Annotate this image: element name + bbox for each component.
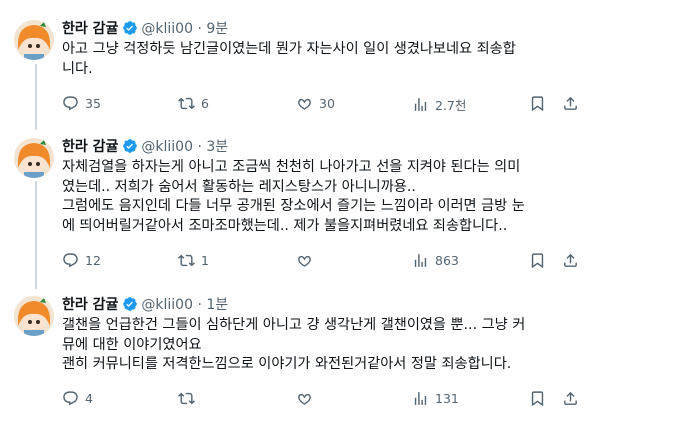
avatar[interactable] bbox=[14, 138, 54, 178]
tweet-header: 한라 감귤 @klii00 · 1분 bbox=[62, 296, 228, 314]
reply-button[interactable]: 12 bbox=[62, 252, 101, 269]
bookmark-icon bbox=[531, 96, 544, 112]
views-count: 863 bbox=[435, 253, 459, 268]
views-count: 2.7천 bbox=[435, 98, 467, 113]
tweet-text-line: 괜히 커뮤니티를 저격한느낌으로 이야기가 와전된거같아서 정말 죄송합니다. bbox=[62, 356, 512, 372]
tweet-text-line: 그럼에도 음지인데 다들 너무 공개된 장소에서 즐기는 느낌이라 이러면 금방… bbox=[62, 198, 525, 214]
retweet-button[interactable] bbox=[178, 390, 201, 407]
like-icon bbox=[298, 98, 311, 110]
views-button[interactable]: 2.7천 bbox=[412, 95, 466, 114]
views-button[interactable]: 863 bbox=[412, 252, 459, 269]
reply-count: 12 bbox=[85, 253, 101, 268]
like-icon bbox=[298, 255, 311, 267]
retweet-icon bbox=[178, 392, 195, 405]
views-count: 131 bbox=[435, 391, 459, 406]
tweet-text-line: 니다. bbox=[62, 60, 93, 77]
reply-icon bbox=[63, 96, 78, 111]
user-handle[interactable]: @klii00 bbox=[141, 21, 193, 37]
separator-dot: · bbox=[197, 297, 202, 313]
bookmark-button[interactable] bbox=[529, 390, 546, 407]
retweet-button[interactable]: 6 bbox=[178, 95, 209, 112]
tweet-text-line: 에 띄어버릴거같아서 조마조마했는데.. 제가 불을지펴버렸네요 죄송합니다.. bbox=[62, 217, 508, 234]
timestamp[interactable]: 9분 bbox=[206, 21, 228, 37]
like-button[interactable] bbox=[296, 390, 319, 407]
share-icon bbox=[564, 96, 577, 110]
reply-button[interactable]: 35 bbox=[62, 95, 101, 112]
tweet-text-line: 자체검열을 하자는게 아니고 조금씩 천천히 나아가고 선을 지켜야 된다는 의… bbox=[62, 159, 521, 175]
tweet-text: 갤챈을 언급한건 그들이 심하단게 아니고 걍 생각난게 갤챈이였을 뿐... … bbox=[62, 316, 564, 375]
views-icon bbox=[414, 98, 427, 111]
like-button[interactable] bbox=[296, 252, 319, 269]
like-icon bbox=[298, 393, 311, 405]
action-bar: 35 6 30 2.7천 bbox=[62, 95, 584, 115]
verified-badge-icon bbox=[122, 296, 138, 312]
share-button[interactable] bbox=[562, 390, 579, 407]
tweet-text-line: 였는데.. 저희가 숨어서 활동하는 레지스탕스가 아니니까용.. bbox=[62, 178, 416, 195]
display-name[interactable]: 한라 감귤 bbox=[62, 21, 118, 37]
user-handle[interactable]: @klii00 bbox=[141, 297, 193, 313]
tweet[interactable]: 한라 감귤 @klii00 · 1분 갤챈을 언급한건 그들이 심하단게 아니고 … bbox=[0, 290, 690, 444]
share-button[interactable] bbox=[562, 95, 579, 112]
verified-badge-icon bbox=[122, 20, 138, 36]
share-icon bbox=[564, 253, 577, 267]
tweet-text-line: 아고 그냥 걱정하듯 남긴글이였는데 뭔가 자는사이 일이 생겼나보네요 죄송합 bbox=[62, 41, 516, 57]
retweet-count: 6 bbox=[201, 96, 209, 111]
timestamp[interactable]: 3분 bbox=[206, 139, 228, 155]
avatar[interactable] bbox=[14, 20, 54, 60]
bookmark-icon bbox=[531, 391, 544, 407]
separator-dot: · bbox=[197, 139, 202, 155]
verified-badge-icon bbox=[122, 138, 138, 154]
like-button[interactable]: 30 bbox=[296, 95, 335, 112]
tweet[interactable]: 한라 감귤 @klii00 · 9분 아고 그냥 걱정하듯 남긴글이였는데 뭔가 … bbox=[0, 0, 690, 130]
tweet-header: 한라 감귤 @klii00 · 3분 bbox=[62, 138, 228, 156]
retweet-count: 1 bbox=[201, 253, 209, 268]
bookmark-button[interactable] bbox=[529, 95, 546, 112]
action-bar: 12 1 863 bbox=[62, 252, 584, 272]
share-icon bbox=[564, 391, 577, 405]
tweet-header: 한라 감귤 @klii00 · 9분 bbox=[62, 20, 228, 38]
views-icon bbox=[414, 392, 427, 405]
display-name[interactable]: 한라 감귤 bbox=[62, 297, 118, 313]
retweet-button[interactable]: 1 bbox=[178, 252, 209, 269]
reply-count: 35 bbox=[85, 96, 101, 111]
tweet[interactable]: 한라 감귤 @klii00 · 3분 자체검열을 하자는게 아니고 조금씩 천천히… bbox=[0, 130, 690, 290]
reply-icon bbox=[63, 391, 78, 406]
tweet-text-line: 갤챈을 언급한건 그들이 심하단게 아니고 걍 생각난게 갤챈이였을 뿐... … bbox=[62, 317, 526, 333]
tweet-text: 자체검열을 하자는게 아니고 조금씩 천천히 나아가고 선을 지켜야 된다는 의… bbox=[62, 158, 564, 236]
user-handle[interactable]: @klii00 bbox=[141, 139, 193, 155]
bookmark-icon bbox=[531, 253, 544, 269]
separator-dot: · bbox=[197, 21, 202, 37]
tweet-text-line: 뮤에 대한 이야기였어요 bbox=[62, 336, 202, 353]
retweet-icon bbox=[178, 254, 195, 267]
action-bar: 4 131 bbox=[62, 390, 584, 410]
tweet-text: 아고 그냥 걱정하듯 남긴글이였는데 뭔가 자는사이 일이 생겼나보네요 죄송합… bbox=[62, 40, 564, 79]
avatar[interactable] bbox=[14, 296, 54, 336]
share-button[interactable] bbox=[562, 252, 579, 269]
views-button[interactable]: 131 bbox=[412, 390, 459, 407]
bookmark-button[interactable] bbox=[529, 252, 546, 269]
retweet-icon bbox=[178, 97, 195, 110]
reply-icon bbox=[63, 253, 78, 268]
timestamp[interactable]: 1분 bbox=[206, 297, 228, 313]
views-icon bbox=[414, 254, 427, 267]
reply-count: 4 bbox=[85, 391, 93, 406]
display-name[interactable]: 한라 감귤 bbox=[62, 139, 118, 155]
like-count: 30 bbox=[319, 96, 335, 111]
reply-button[interactable]: 4 bbox=[62, 390, 93, 407]
